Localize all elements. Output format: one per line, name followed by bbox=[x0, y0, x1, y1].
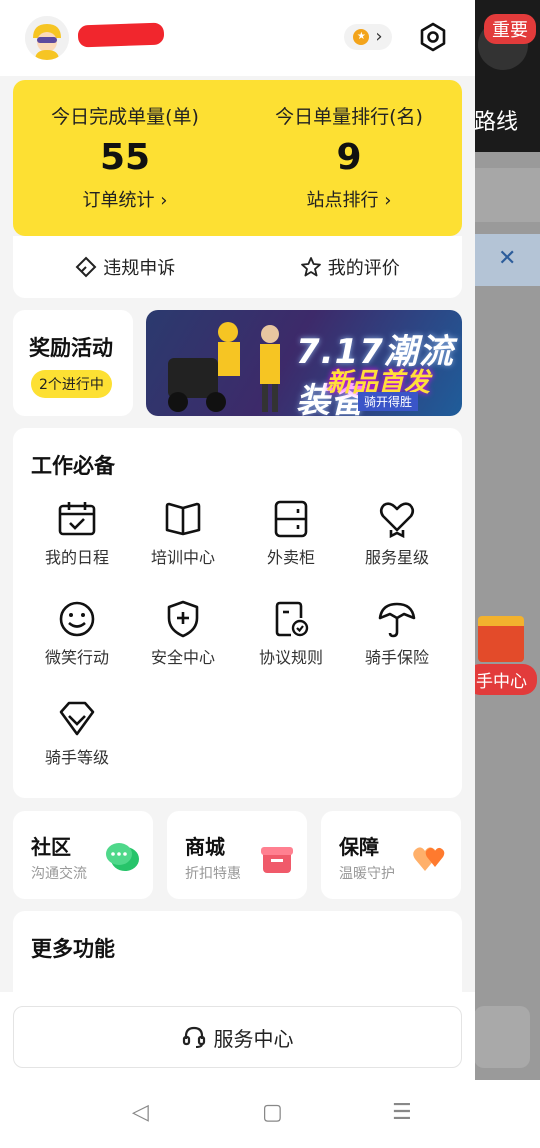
complaint-icon bbox=[75, 256, 97, 278]
document-check-icon bbox=[275, 601, 309, 637]
level-badge-icon bbox=[59, 701, 95, 736]
community-title: 社区 bbox=[31, 835, 71, 859]
training-center-label: 培训中心 bbox=[150, 548, 215, 567]
my-review-button[interactable]: 我的评价 bbox=[238, 254, 463, 280]
locker-label: 外卖柜 bbox=[266, 548, 315, 567]
reward-ongoing-badge: 2个进行中 bbox=[31, 370, 112, 398]
mall-card[interactable]: 商城 折扣特惠 bbox=[167, 811, 307, 899]
quick-actions: 违规申诉 我的评价 bbox=[13, 236, 462, 298]
avatar[interactable] bbox=[25, 16, 69, 60]
my-schedule-item[interactable]: 我的日程 bbox=[27, 500, 127, 568]
rider-insurance-item[interactable]: 骑手保险 bbox=[347, 600, 447, 668]
promo-banner[interactable]: 7.17潮流装备 新品首发 骑开得胜 bbox=[146, 310, 462, 416]
agreement-rules-label: 协议规则 bbox=[258, 648, 323, 667]
more-functions-card: 更多功能 bbox=[13, 911, 462, 1001]
safety-center-item[interactable]: 安全中心 bbox=[133, 600, 233, 668]
chat-icon bbox=[106, 843, 139, 871]
service-center-button[interactable]: 服务中心 bbox=[13, 1006, 462, 1068]
today-stats-card: 今日完成单量(单) 55 订单统计 › 今日单量排行(名) 9 站点排行 › bbox=[13, 80, 462, 236]
heart-badge-icon bbox=[379, 502, 415, 538]
work-essentials-card: 工作必备 我的日程 培训中心 外卖柜 服务星级 微笑行动 安全中心 协议规则 骑… bbox=[13, 428, 462, 798]
important-badge: 重要 bbox=[484, 14, 536, 44]
locker-item[interactable]: 外卖柜 bbox=[241, 500, 341, 568]
protection-card[interactable]: 保障 温暖守护 bbox=[321, 811, 461, 899]
complaint-label: 违规申诉 bbox=[103, 258, 176, 279]
headset-icon bbox=[182, 1026, 205, 1048]
banner-tag: 骑开得胜 bbox=[358, 392, 419, 411]
rider-level-label: 骑手等级 bbox=[44, 748, 109, 767]
community-subtitle: 沟通交流 bbox=[31, 866, 87, 882]
heart-hands-icon bbox=[413, 847, 445, 871]
background-bottom-card bbox=[474, 1006, 530, 1068]
community-card[interactable]: 社区 沟通交流 bbox=[13, 811, 153, 899]
rider-level-item[interactable]: 骑手等级 bbox=[27, 700, 127, 768]
smile-action-item[interactable]: 微笑行动 bbox=[27, 600, 127, 668]
station-rank-link[interactable]: 站点排行 › bbox=[237, 186, 461, 212]
completed-orders-stat[interactable]: 今日完成单量(单) 55 订单统计 › bbox=[13, 80, 237, 212]
notice-close-icon: ✕ bbox=[498, 246, 517, 271]
medal-button[interactable]: ★ › bbox=[344, 24, 392, 50]
chevron-right-icon: › bbox=[375, 26, 383, 47]
agreement-rules-item[interactable]: 协议规则 bbox=[241, 600, 341, 668]
umbrella-icon bbox=[378, 602, 416, 638]
shield-plus-icon bbox=[167, 600, 199, 638]
safety-center-label: 安全中心 bbox=[150, 648, 215, 667]
training-center-item[interactable]: 培训中心 bbox=[133, 500, 233, 568]
route-label: 路线 bbox=[474, 110, 519, 135]
mall-title: 商城 bbox=[185, 835, 225, 859]
smile-icon bbox=[59, 601, 95, 637]
my-schedule-label: 我的日程 bbox=[44, 548, 109, 567]
service-center-bar: 服务中心 bbox=[0, 992, 475, 1080]
service-center-label: 服务中心 bbox=[213, 1026, 294, 1051]
recents-nav-icon[interactable]: ☰ bbox=[392, 1100, 412, 1125]
completed-orders-title: 今日完成单量(单) bbox=[51, 106, 199, 128]
mall-subtitle: 折扣特惠 bbox=[185, 866, 241, 882]
medal-icon: ★ bbox=[353, 29, 370, 45]
order-rank-title: 今日单量排行(名) bbox=[275, 106, 423, 128]
gift-icon bbox=[261, 847, 293, 873]
completed-orders-value: 55 bbox=[99, 137, 151, 178]
protection-subtitle: 温暖守护 bbox=[339, 866, 395, 882]
rider-illustration-icon bbox=[168, 322, 280, 412]
more-functions-title: 更多功能 bbox=[31, 937, 115, 961]
my-review-label: 我的评价 bbox=[327, 258, 400, 279]
locker-icon bbox=[274, 500, 308, 538]
order-stats-link[interactable]: 订单统计 › bbox=[13, 186, 237, 212]
gift-box-icon bbox=[478, 616, 524, 662]
background-card bbox=[474, 168, 540, 222]
back-nav-icon[interactable]: ◁ bbox=[132, 1100, 149, 1125]
reward-activity-card[interactable]: 奖励活动 2个进行中 bbox=[13, 310, 133, 416]
profile-bar: ★ › bbox=[0, 0, 475, 76]
work-essentials-title: 工作必备 bbox=[31, 454, 115, 478]
service-star-label: 服务星级 bbox=[364, 548, 429, 567]
system-nav-bar: ◁ ▢ ☰ bbox=[0, 1080, 540, 1148]
complaint-button[interactable]: 违规申诉 bbox=[13, 254, 238, 280]
rider-insurance-label: 骑手保险 bbox=[364, 648, 429, 667]
order-rank-value: 9 bbox=[336, 137, 362, 178]
protection-title: 保障 bbox=[339, 835, 379, 859]
side-drawer: ★ › 今日完成单量(单) 55 订单统计 › 今日单量排行(名) 9 站点排行… bbox=[0, 0, 475, 1080]
reward-title: 奖励活动 bbox=[29, 336, 113, 360]
settings-gear-icon[interactable] bbox=[418, 22, 448, 52]
smile-action-label: 微笑行动 bbox=[44, 648, 109, 667]
redacted-username bbox=[77, 22, 165, 48]
calendar-check-icon bbox=[58, 502, 96, 536]
home-nav-icon[interactable]: ▢ bbox=[262, 1100, 283, 1125]
book-icon bbox=[165, 502, 201, 536]
order-rank-stat[interactable]: 今日单量排行(名) 9 站点排行 › bbox=[237, 80, 461, 212]
rider-center-badge: 手中心 bbox=[466, 664, 537, 695]
service-star-item[interactable]: 服务星级 bbox=[347, 500, 447, 568]
star-icon bbox=[300, 257, 321, 277]
